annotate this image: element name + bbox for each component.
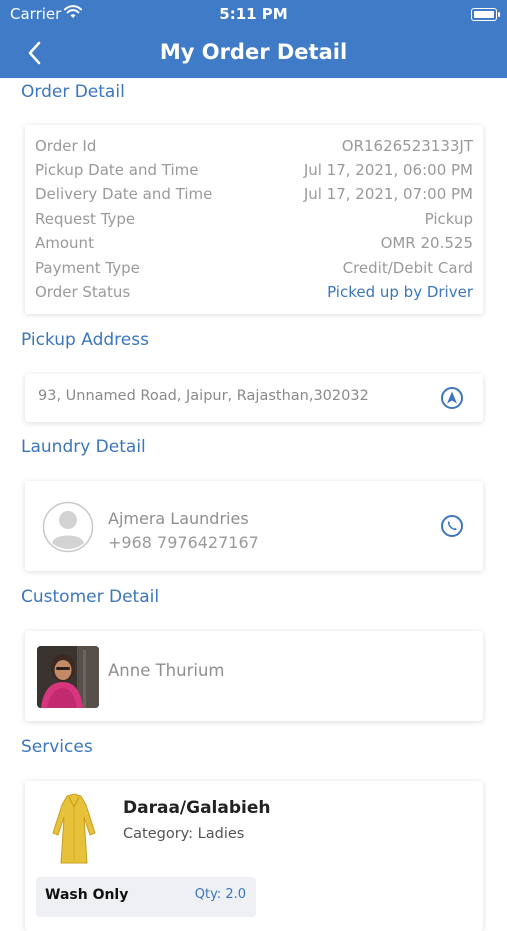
order-row: Order Status Picked up by Driver (35, 283, 473, 305)
customer-detail-card: Anne Thurium (25, 631, 483, 721)
customer-detail-heading: Customer Detail (21, 587, 160, 607)
order-row: Request Type Pickup (35, 210, 473, 232)
nav-bar: My Order Detail (0, 28, 507, 78)
status-bar: Carrier 5:11 PM (0, 0, 507, 28)
page-title: My Order Detail (159, 40, 348, 64)
battery-icon (471, 8, 500, 21)
order-id-value: OR1626523133JT (341, 137, 473, 155)
user-placeholder-icon (42, 501, 94, 553)
delivery-date-label: Delivery Date and Time (35, 185, 213, 203)
order-detail-heading: Order Detail (21, 82, 125, 102)
customer-name: Anne Thurium (108, 661, 225, 680)
services-heading: Services (21, 737, 93, 757)
order-row: Amount OMR 20.525 (35, 234, 473, 256)
service-option: Wash Only Qty: 2.0 (36, 877, 256, 917)
phone-icon[interactable] (439, 513, 465, 539)
order-detail-card: Order Id OR1626523133JT Pickup Date and … (25, 125, 483, 314)
laundry-name: Ajmera Laundries (108, 509, 249, 528)
laundry-detail-card: Ajmera Laundries +968 7976427167 (25, 481, 483, 571)
service-category: Category: Ladies (123, 826, 245, 842)
laundry-phone: +968 7976427167 (108, 533, 259, 552)
delivery-date-value: Jul 17, 2021, 07:00 PM (303, 185, 473, 203)
pickup-address-text: 93, Unnamed Road, Jaipur, Rajasthan,3020… (38, 388, 369, 404)
clock: 5:11 PM (219, 5, 288, 23)
customer-avatar (37, 646, 99, 708)
order-row: Pickup Date and Time Jul 17, 2021, 06:00… (35, 161, 473, 183)
pickup-date-label: Pickup Date and Time (35, 161, 199, 179)
pickup-address-heading: Pickup Address (21, 330, 149, 350)
wash-type-label: Wash Only (45, 887, 129, 903)
order-id-label: Order Id (35, 137, 97, 155)
amount-value: OMR 20.525 (380, 234, 473, 252)
pickup-date-value: Jul 17, 2021, 06:00 PM (303, 161, 473, 179)
order-status-label: Order Status (35, 283, 131, 301)
payment-type-value: Credit/Debit Card (342, 259, 473, 277)
amount-label: Amount (35, 234, 94, 252)
navigation-arrow-icon[interactable] (439, 385, 465, 411)
pickup-address-card: 93, Unnamed Road, Jaipur, Rajasthan,3020… (25, 374, 483, 422)
order-status-value: Picked up by Driver (327, 283, 473, 301)
laundry-detail-heading: Laundry Detail (21, 437, 146, 457)
service-name: Daraa/Galabieh (123, 798, 271, 818)
garment-image (52, 793, 96, 864)
request-type-value: Pickup (424, 210, 473, 228)
order-row: Order Id OR1626523133JT (35, 137, 473, 159)
order-row: Delivery Date and Time Jul 17, 2021, 07:… (35, 185, 473, 207)
service-card: Daraa/Galabieh Category: Ladies Wash Onl… (25, 781, 483, 931)
order-row: Payment Type Credit/Debit Card (35, 259, 473, 281)
request-type-label: Request Type (35, 210, 136, 228)
payment-type-label: Payment Type (35, 259, 140, 277)
